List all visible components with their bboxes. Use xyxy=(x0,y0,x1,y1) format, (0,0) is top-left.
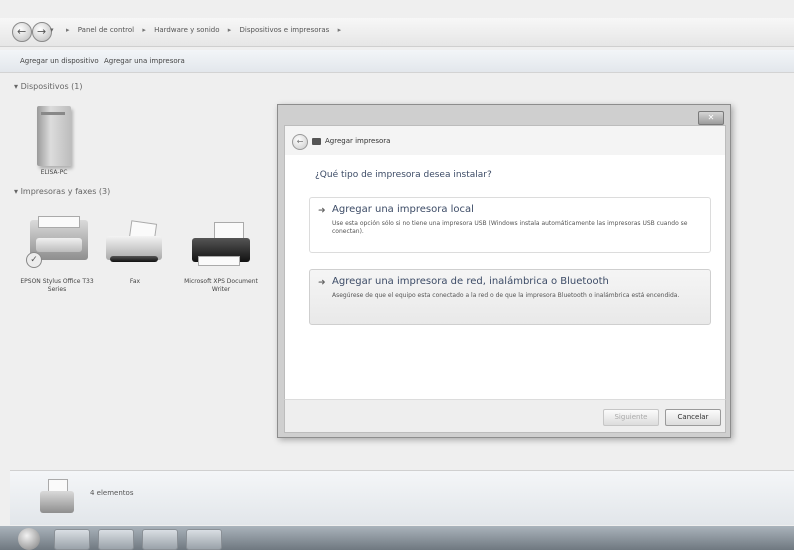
next-button[interactable]: Siguiente xyxy=(603,409,659,426)
option-description: Use esta opción sólo si no tiene una imp… xyxy=(332,220,688,235)
breadcrumb-separator-icon: ▸ xyxy=(142,26,146,34)
breadcrumb-separator-icon: ▸ xyxy=(66,26,70,34)
command-bar: Agregar un dispositivo Agregar una impre… xyxy=(0,50,794,73)
epson-printer-icon[interactable]: ✓ xyxy=(26,214,92,270)
control-panel-window: ← → ▾ ▸ Panel de control ▸ Hardware y so… xyxy=(0,0,794,550)
taskbar xyxy=(0,526,794,550)
option-title: Agregar una impresora local xyxy=(332,204,474,215)
add-printer-button[interactable]: Agregar una impresora xyxy=(104,57,185,65)
dialog-question: ¿Qué tipo de impresora desea instalar? xyxy=(315,170,492,180)
fax-icon[interactable] xyxy=(104,220,166,268)
address-bar: ← → ▾ ▸ Panel de control ▸ Hardware y so… xyxy=(0,18,794,47)
close-icon: ✕ xyxy=(707,113,715,122)
breadcrumb-control-panel[interactable]: Panel de control xyxy=(78,26,134,34)
back-arrow-icon: ← xyxy=(17,25,27,38)
printers-group-header[interactable]: ▾ Impresoras y faxes (3) xyxy=(14,187,110,196)
device-label: ELISA-PC xyxy=(40,169,68,176)
option-local-printer[interactable]: ➜ Agregar una impresora local Use esta o… xyxy=(309,197,711,253)
printers-folder-icon xyxy=(38,479,78,517)
option-network-printer[interactable]: ➜ Agregar una impresora de red, inalámbr… xyxy=(309,269,711,325)
xps-printer-icon[interactable] xyxy=(188,222,254,268)
taskbar-explorer-icon[interactable] xyxy=(54,529,90,550)
back-button[interactable]: ← xyxy=(12,22,32,42)
dialog-header: ← Agregar impresora xyxy=(284,125,726,156)
forward-arrow-icon: → xyxy=(37,25,47,38)
arrow-right-icon: ➜ xyxy=(318,206,326,216)
dialog-title: Agregar impresora xyxy=(325,137,391,145)
printer-label-fax: Fax xyxy=(129,278,141,285)
cancel-button[interactable]: Cancelar xyxy=(665,409,721,426)
computer-icon[interactable] xyxy=(37,106,71,166)
breadcrumb-separator-icon: ▸ xyxy=(227,26,232,34)
printer-icon xyxy=(312,138,321,145)
printer-label-epson: EPSON Stylus Office T33 Series xyxy=(20,278,94,293)
breadcrumb-separator-icon: ▸ xyxy=(337,26,342,34)
taskbar-folder-icon[interactable] xyxy=(98,529,134,550)
close-button[interactable]: ✕ xyxy=(698,111,724,125)
item-count: 4 elementos xyxy=(90,489,134,497)
devices-group-label: Dispositivos (1) xyxy=(20,82,83,91)
add-device-button[interactable]: Agregar un dispositivo xyxy=(20,57,99,65)
add-printer-dialog: ✕ ← Agregar impresora ¿Qué tipo de impre… xyxy=(277,104,731,438)
back-arrow-icon: ← xyxy=(296,137,304,146)
breadcrumb: ▸ Panel de control ▸ Hardware y sonido ▸… xyxy=(66,26,347,34)
taskbar-browser-icon[interactable] xyxy=(142,529,178,550)
breadcrumb-hardware-sound[interactable]: Hardware y sonido xyxy=(154,26,219,34)
printers-group-label: Impresoras y faxes (3) xyxy=(20,187,111,196)
breadcrumb-devices-printers[interactable]: Dispositivos e impresoras xyxy=(240,26,330,34)
option-title: Agregar una impresora de red, inalámbric… xyxy=(332,276,609,287)
details-pane: 4 elementos xyxy=(10,470,794,525)
arrow-right-icon: ➜ xyxy=(318,278,326,288)
devices-group-header[interactable]: ▾ Dispositivos (1) xyxy=(14,82,83,91)
option-description: Asegúrese de que el equipo esta conectad… xyxy=(332,292,680,299)
recent-pages-dropdown-icon[interactable]: ▾ xyxy=(50,26,54,34)
taskbar-tool-icon[interactable] xyxy=(186,529,222,550)
back-button[interactable]: ← xyxy=(292,134,308,150)
dialog-body: ¿Qué tipo de impresora desea instalar? ➜… xyxy=(284,155,726,400)
dialog-footer: Siguiente Cancelar xyxy=(284,399,726,433)
forward-button[interactable]: → xyxy=(32,22,52,42)
start-button[interactable] xyxy=(18,528,40,550)
default-printer-check-icon: ✓ xyxy=(26,252,42,268)
printer-label-xps: Microsoft XPS Document Writer xyxy=(184,278,258,293)
